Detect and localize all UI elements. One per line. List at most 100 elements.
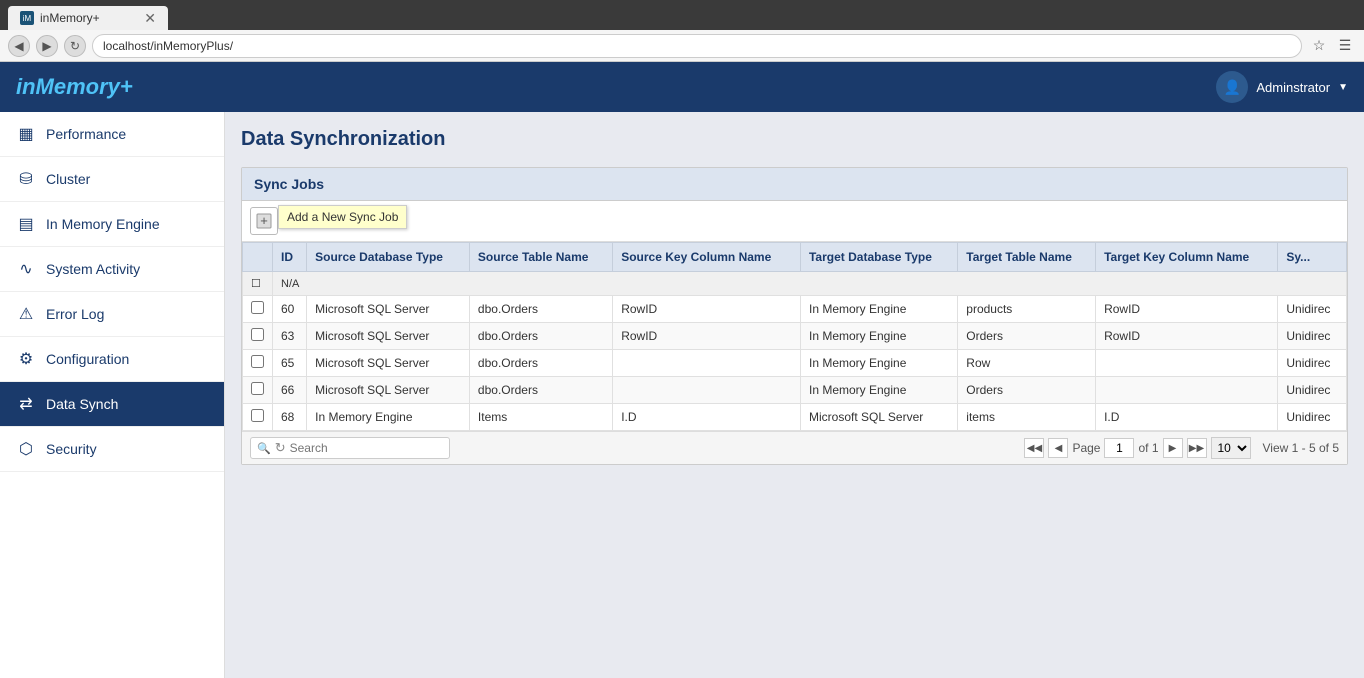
sidebar-item-performance[interactable]: ▦ Performance: [0, 112, 224, 157]
row-target-table: Orders: [958, 323, 1096, 350]
prev-page-btn[interactable]: ◀: [1048, 438, 1068, 458]
table-row[interactable]: 60 Microsoft SQL Server dbo.Orders RowID…: [243, 296, 1347, 323]
app-logo: inMemory+: [16, 74, 133, 100]
page-label: Page: [1072, 441, 1100, 455]
row-source-db: Microsoft SQL Server: [307, 323, 470, 350]
row-target-key: [1096, 350, 1278, 377]
col-id: ID: [273, 243, 307, 272]
row-source-db: Microsoft SQL Server: [307, 377, 470, 404]
menu-icon[interactable]: ☰: [1334, 35, 1356, 57]
pagination-bar: 🔍 ↻ ◀◀ ◀ Page of 1 ▶ ▶▶ 10: [242, 431, 1347, 464]
rows-per-page-select[interactable]: 10 25 50: [1211, 437, 1251, 459]
sidebar-label-security: Security: [46, 441, 97, 457]
row-source-table: dbo.Orders: [469, 296, 612, 323]
na-checkbox: ☐: [243, 272, 273, 296]
browser-toolbar: ◀ ▶ ↻ ☆ ☰: [0, 30, 1364, 62]
sidebar-item-configuration[interactable]: ⚙ Configuration: [0, 337, 224, 382]
last-page-btn[interactable]: ▶▶: [1187, 438, 1207, 458]
refresh-button[interactable]: ↻: [64, 35, 86, 57]
page-nav: ◀◀ ◀ Page of 1 ▶ ▶▶ 10 25 50 View 1 - 5 …: [1024, 437, 1339, 459]
row-source-table: dbo.Orders: [469, 377, 612, 404]
na-row: ☐ N/A: [243, 272, 1347, 296]
table-row[interactable]: 63 Microsoft SQL Server dbo.Orders RowID…: [243, 323, 1347, 350]
row-source-db: Microsoft SQL Server: [307, 350, 470, 377]
row-source-db: In Memory Engine: [307, 404, 470, 431]
app-header: inMemory+ 👤 Adminstrator ▼: [0, 62, 1364, 112]
row-id: 65: [273, 350, 307, 377]
security-icon: ⬡: [16, 439, 36, 459]
error-log-icon: ⚠: [16, 304, 36, 324]
logo-text: inMemory+: [16, 74, 133, 99]
next-page-btn[interactable]: ▶: [1163, 438, 1183, 458]
admin-label: Adminstrator: [1256, 80, 1330, 95]
row-source-key: I.D: [613, 404, 801, 431]
row-checkbox[interactable]: [243, 404, 273, 431]
sidebar-item-cluster[interactable]: ⛁ Cluster: [0, 157, 224, 202]
page-title: Data Synchronization: [241, 128, 1348, 151]
sidebar-label-configuration: Configuration: [46, 351, 129, 367]
col-target-table: Target Table Name: [958, 243, 1096, 272]
row-checkbox[interactable]: [243, 323, 273, 350]
sidebar-item-in-memory-engine[interactable]: ▤ In Memory Engine: [0, 202, 224, 247]
sidebar-item-security[interactable]: ⬡ Security: [0, 427, 224, 472]
bookmark-icon[interactable]: ☆: [1308, 35, 1330, 57]
row-target-table: products: [958, 296, 1096, 323]
row-checkbox[interactable]: [243, 296, 273, 323]
admin-dropdown-arrow[interactable]: ▼: [1338, 82, 1348, 93]
main-content: ▦ Performance ⛁ Cluster ▤ In Memory Engi…: [0, 112, 1364, 678]
table-container: ID Source Database Type Source Table Nam…: [242, 242, 1347, 431]
add-sync-job-button[interactable]: +: [250, 207, 278, 235]
configuration-icon: ⚙: [16, 349, 36, 369]
sidebar-label-cluster: Cluster: [46, 171, 90, 187]
row-id: 68: [273, 404, 307, 431]
row-target-db: In Memory Engine: [800, 323, 957, 350]
row-checkbox[interactable]: [243, 350, 273, 377]
sidebar-item-system-activity[interactable]: ∿ System Activity: [0, 247, 224, 292]
row-id: 63: [273, 323, 307, 350]
search-box[interactable]: 🔍 ↻: [250, 437, 450, 459]
tab-title: inMemory+: [40, 11, 100, 25]
sidebar-item-error-log[interactable]: ⚠ Error Log: [0, 292, 224, 337]
active-tab[interactable]: iM inMemory+ ✕: [8, 6, 168, 30]
tab-close-btn[interactable]: ✕: [144, 10, 156, 27]
table-row[interactable]: 65 Microsoft SQL Server dbo.Orders In Me…: [243, 350, 1347, 377]
sidebar-item-data-synch[interactable]: ⇄ Data Synch: [0, 382, 224, 427]
browser-chrome: iM inMemory+ ✕ ◀ ▶ ↻ ☆ ☰: [0, 0, 1364, 62]
forward-button[interactable]: ▶: [36, 35, 58, 57]
row-checkbox[interactable]: [243, 377, 273, 404]
svg-text:+: +: [260, 213, 268, 228]
refresh-small-icon: ↻: [275, 440, 286, 456]
col-sync: Sy...: [1278, 243, 1347, 272]
sync-jobs-table: ID Source Database Type Source Table Nam…: [242, 242, 1347, 431]
table-row[interactable]: 66 Microsoft SQL Server dbo.Orders In Me…: [243, 377, 1347, 404]
back-button[interactable]: ◀: [8, 35, 30, 57]
col-target-key: Target Key Column Name: [1096, 243, 1278, 272]
cluster-icon: ⛁: [16, 169, 36, 189]
header-right: 👤 Adminstrator ▼: [1216, 71, 1348, 103]
table-row[interactable]: 68 In Memory Engine Items I.D Microsoft …: [243, 404, 1347, 431]
row-sync: Unidirec: [1278, 323, 1347, 350]
search-input[interactable]: [290, 441, 445, 455]
sidebar-label-performance: Performance: [46, 126, 126, 142]
app-wrapper: inMemory+ 👤 Adminstrator ▼ ▦ Performance…: [0, 62, 1364, 678]
panel-header: Sync Jobs: [242, 168, 1347, 201]
browser-tabs: iM inMemory+ ✕: [0, 0, 1364, 30]
page-number-input[interactable]: [1104, 438, 1134, 458]
row-target-db: In Memory Engine: [800, 350, 957, 377]
sidebar-label-error-log: Error Log: [46, 306, 104, 322]
row-target-key: [1096, 377, 1278, 404]
sidebar-label-system-activity: System Activity: [46, 261, 140, 277]
row-source-db: Microsoft SQL Server: [307, 296, 470, 323]
row-target-key: RowID: [1096, 323, 1278, 350]
first-page-btn[interactable]: ◀◀: [1024, 438, 1044, 458]
view-count: View 1 - 5 of 5: [1263, 441, 1340, 455]
row-source-table: dbo.Orders: [469, 323, 612, 350]
row-target-db: In Memory Engine: [800, 296, 957, 323]
col-source-key: Source Key Column Name: [613, 243, 801, 272]
row-target-db: In Memory Engine: [800, 377, 957, 404]
row-source-table: Items: [469, 404, 612, 431]
sidebar-label-in-memory-engine: In Memory Engine: [46, 216, 160, 232]
row-source-key: RowID: [613, 323, 801, 350]
row-target-table: items: [958, 404, 1096, 431]
address-bar[interactable]: [92, 34, 1302, 58]
